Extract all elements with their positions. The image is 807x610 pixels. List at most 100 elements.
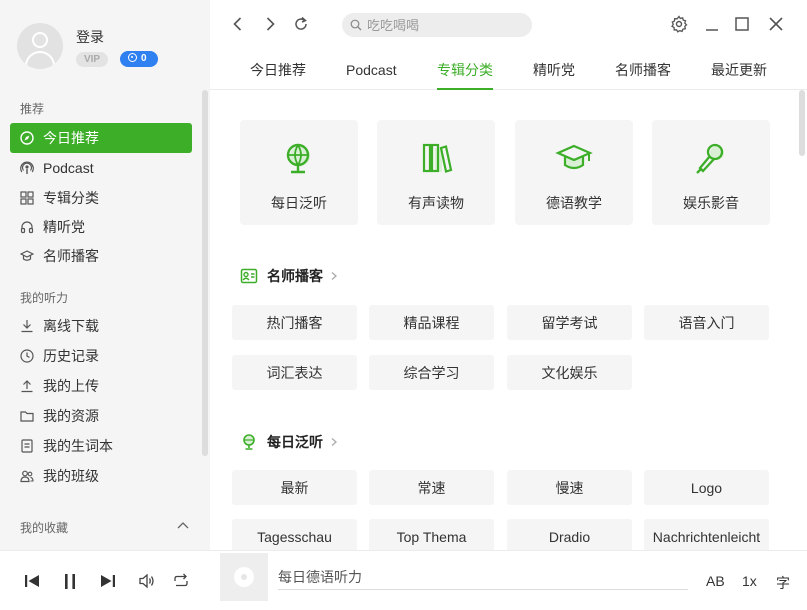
album-cover[interactable] [220, 553, 268, 601]
folder-icon [20, 409, 34, 423]
sidebar-item-class[interactable]: 我的班级 [10, 461, 192, 491]
tab-podcast[interactable]: Podcast [346, 58, 397, 90]
sidebar-scrollbar[interactable] [202, 90, 208, 456]
ab-repeat-button[interactable]: AB [706, 573, 725, 589]
search-box[interactable] [342, 13, 532, 37]
sidebar-item-upload[interactable]: 我的上传 [10, 371, 192, 401]
search-input[interactable] [367, 17, 517, 33]
podcast-icon [20, 161, 34, 175]
pause-button[interactable] [60, 571, 80, 591]
category-label: 娱乐影音 [683, 195, 739, 211]
sidebar-item-teachers[interactable]: 名师播客 [10, 241, 192, 271]
tag-pill[interactable]: 慢速 [507, 470, 632, 505]
top-bar: 今日推荐 Podcast 专辑分类 精听党 名师播客 最近更新 [210, 0, 807, 90]
tag-pill[interactable]: Logo [644, 470, 769, 505]
sidebar-item-label: 我的上传 [43, 378, 99, 394]
sidebar-item-label: 离线下载 [43, 318, 99, 334]
vip-badge[interactable]: VIP [76, 52, 108, 67]
tag-pill[interactable]: 常速 [369, 470, 494, 505]
globe-icon [243, 434, 255, 450]
tag-pill[interactable]: 最新 [232, 470, 357, 505]
category-label: 德语教学 [546, 195, 602, 211]
tag-pill[interactable]: 精品课程 [369, 305, 494, 340]
category-card-audiobooks[interactable]: 有声读物 [377, 120, 495, 225]
section-header-daily[interactable]: 每日泛听 [240, 432, 339, 452]
graduation-cap-icon [20, 249, 34, 263]
main-scrollbar[interactable] [799, 90, 805, 156]
tag-pill[interactable]: 文化娱乐 [507, 355, 632, 390]
tab-today[interactable]: 今日推荐 [250, 58, 306, 90]
maximize-icon [735, 17, 749, 31]
section-title-favorites: 我的收藏 [20, 521, 69, 535]
tag-pill[interactable]: 综合学习 [369, 355, 494, 390]
close-button[interactable] [766, 14, 786, 34]
sidebar-item-label: 我的资源 [43, 408, 99, 424]
minimize-button[interactable] [702, 14, 722, 34]
tag-pill[interactable]: 留学考试 [507, 305, 632, 340]
login-link[interactable]: 登录 [76, 27, 104, 47]
repeat-button[interactable] [171, 571, 191, 591]
sidebar-item-albums[interactable]: 专辑分类 [10, 183, 192, 213]
tag-pill[interactable]: Nachrichtenleicht [644, 519, 769, 550]
main-content: 每日泛听 有声读物 德语教学 娱乐影音 名师播客 热门播客 精品课程 留学考试 … [210, 91, 807, 550]
chevron-right-icon [331, 272, 337, 280]
avatar[interactable] [17, 23, 63, 69]
sidebar-item-history[interactable]: 历史记录 [10, 341, 192, 371]
category-card-daily[interactable]: 每日泛听 [240, 120, 358, 225]
back-button[interactable] [228, 14, 248, 34]
category-label: 有声读物 [408, 195, 464, 211]
chevron-left-icon [233, 17, 242, 31]
skip-previous-icon [25, 575, 39, 587]
category-card-entertainment[interactable]: 娱乐影音 [652, 120, 770, 225]
sidebar-item-label: 我的班级 [43, 468, 99, 484]
tab-bar: 今日推荐 Podcast 专辑分类 精听党 名师播客 最近更新 [210, 58, 807, 90]
section-title: 名师播客 [267, 268, 323, 284]
tag-pill[interactable]: 语音入门 [644, 305, 769, 340]
tag-pill[interactable]: 词汇表达 [232, 355, 357, 390]
clock-icon [20, 349, 34, 363]
coin-badge[interactable]: 0 [120, 51, 158, 67]
tag-pill[interactable]: Top Thema [369, 519, 494, 550]
teacher-card-icon [240, 268, 258, 284]
sidebar-item-podcast[interactable]: Podcast [10, 153, 192, 183]
skip-next-icon [101, 575, 115, 587]
tab-recent[interactable]: 最近更新 [711, 58, 767, 90]
progress-bar[interactable] [278, 589, 688, 590]
sidebar-item-label: 我的生词本 [43, 438, 113, 454]
section-header-teachers[interactable]: 名师播客 [240, 266, 339, 286]
sidebar: 登录 VIP 0 推荐 今日推荐 Podcast 专辑分类 精听党 名师播客 我… [0, 0, 210, 550]
sidebar-item-jingting[interactable]: 精听党 [10, 212, 192, 242]
tag-pill[interactable]: 热门播客 [232, 305, 357, 340]
sidebar-item-resources[interactable]: 我的资源 [10, 401, 192, 431]
sidebar-item-download[interactable]: 离线下载 [10, 311, 192, 341]
next-button[interactable] [98, 571, 118, 591]
category-card-teaching[interactable]: 德语教学 [515, 120, 633, 225]
speed-button[interactable]: 1x [742, 573, 757, 589]
sidebar-item-vocab[interactable]: 我的生词本 [10, 431, 192, 461]
pause-icon [65, 574, 75, 589]
sidebar-item-today[interactable]: 今日推荐 [10, 123, 192, 153]
tab-albums[interactable]: 专辑分类 [437, 58, 493, 90]
download-icon [20, 319, 34, 333]
tag-pill[interactable]: Dradio [507, 519, 632, 550]
subtitle-button[interactable]: 字 [776, 573, 790, 593]
refresh-button[interactable] [291, 14, 311, 34]
chevron-up-icon[interactable] [176, 518, 190, 532]
compass-icon [20, 131, 34, 145]
tab-jingting[interactable]: 精听党 [533, 58, 575, 90]
sidebar-item-label: Podcast [43, 160, 94, 176]
tab-teachers[interactable]: 名师播客 [615, 58, 671, 90]
settings-button[interactable] [669, 14, 689, 34]
maximize-button[interactable] [732, 14, 752, 34]
repeat-icon [174, 573, 188, 587]
sidebar-item-label: 精听党 [43, 219, 85, 235]
minimize-icon [706, 29, 718, 31]
previous-button[interactable] [22, 571, 42, 591]
gear-icon [671, 15, 688, 33]
volume-button[interactable] [137, 571, 157, 591]
globe-icon [286, 143, 310, 174]
volume-icon [139, 573, 154, 589]
forward-button[interactable] [260, 14, 280, 34]
tag-pill[interactable]: Tagesschau [232, 519, 357, 550]
graduation-cap-icon [555, 144, 593, 170]
